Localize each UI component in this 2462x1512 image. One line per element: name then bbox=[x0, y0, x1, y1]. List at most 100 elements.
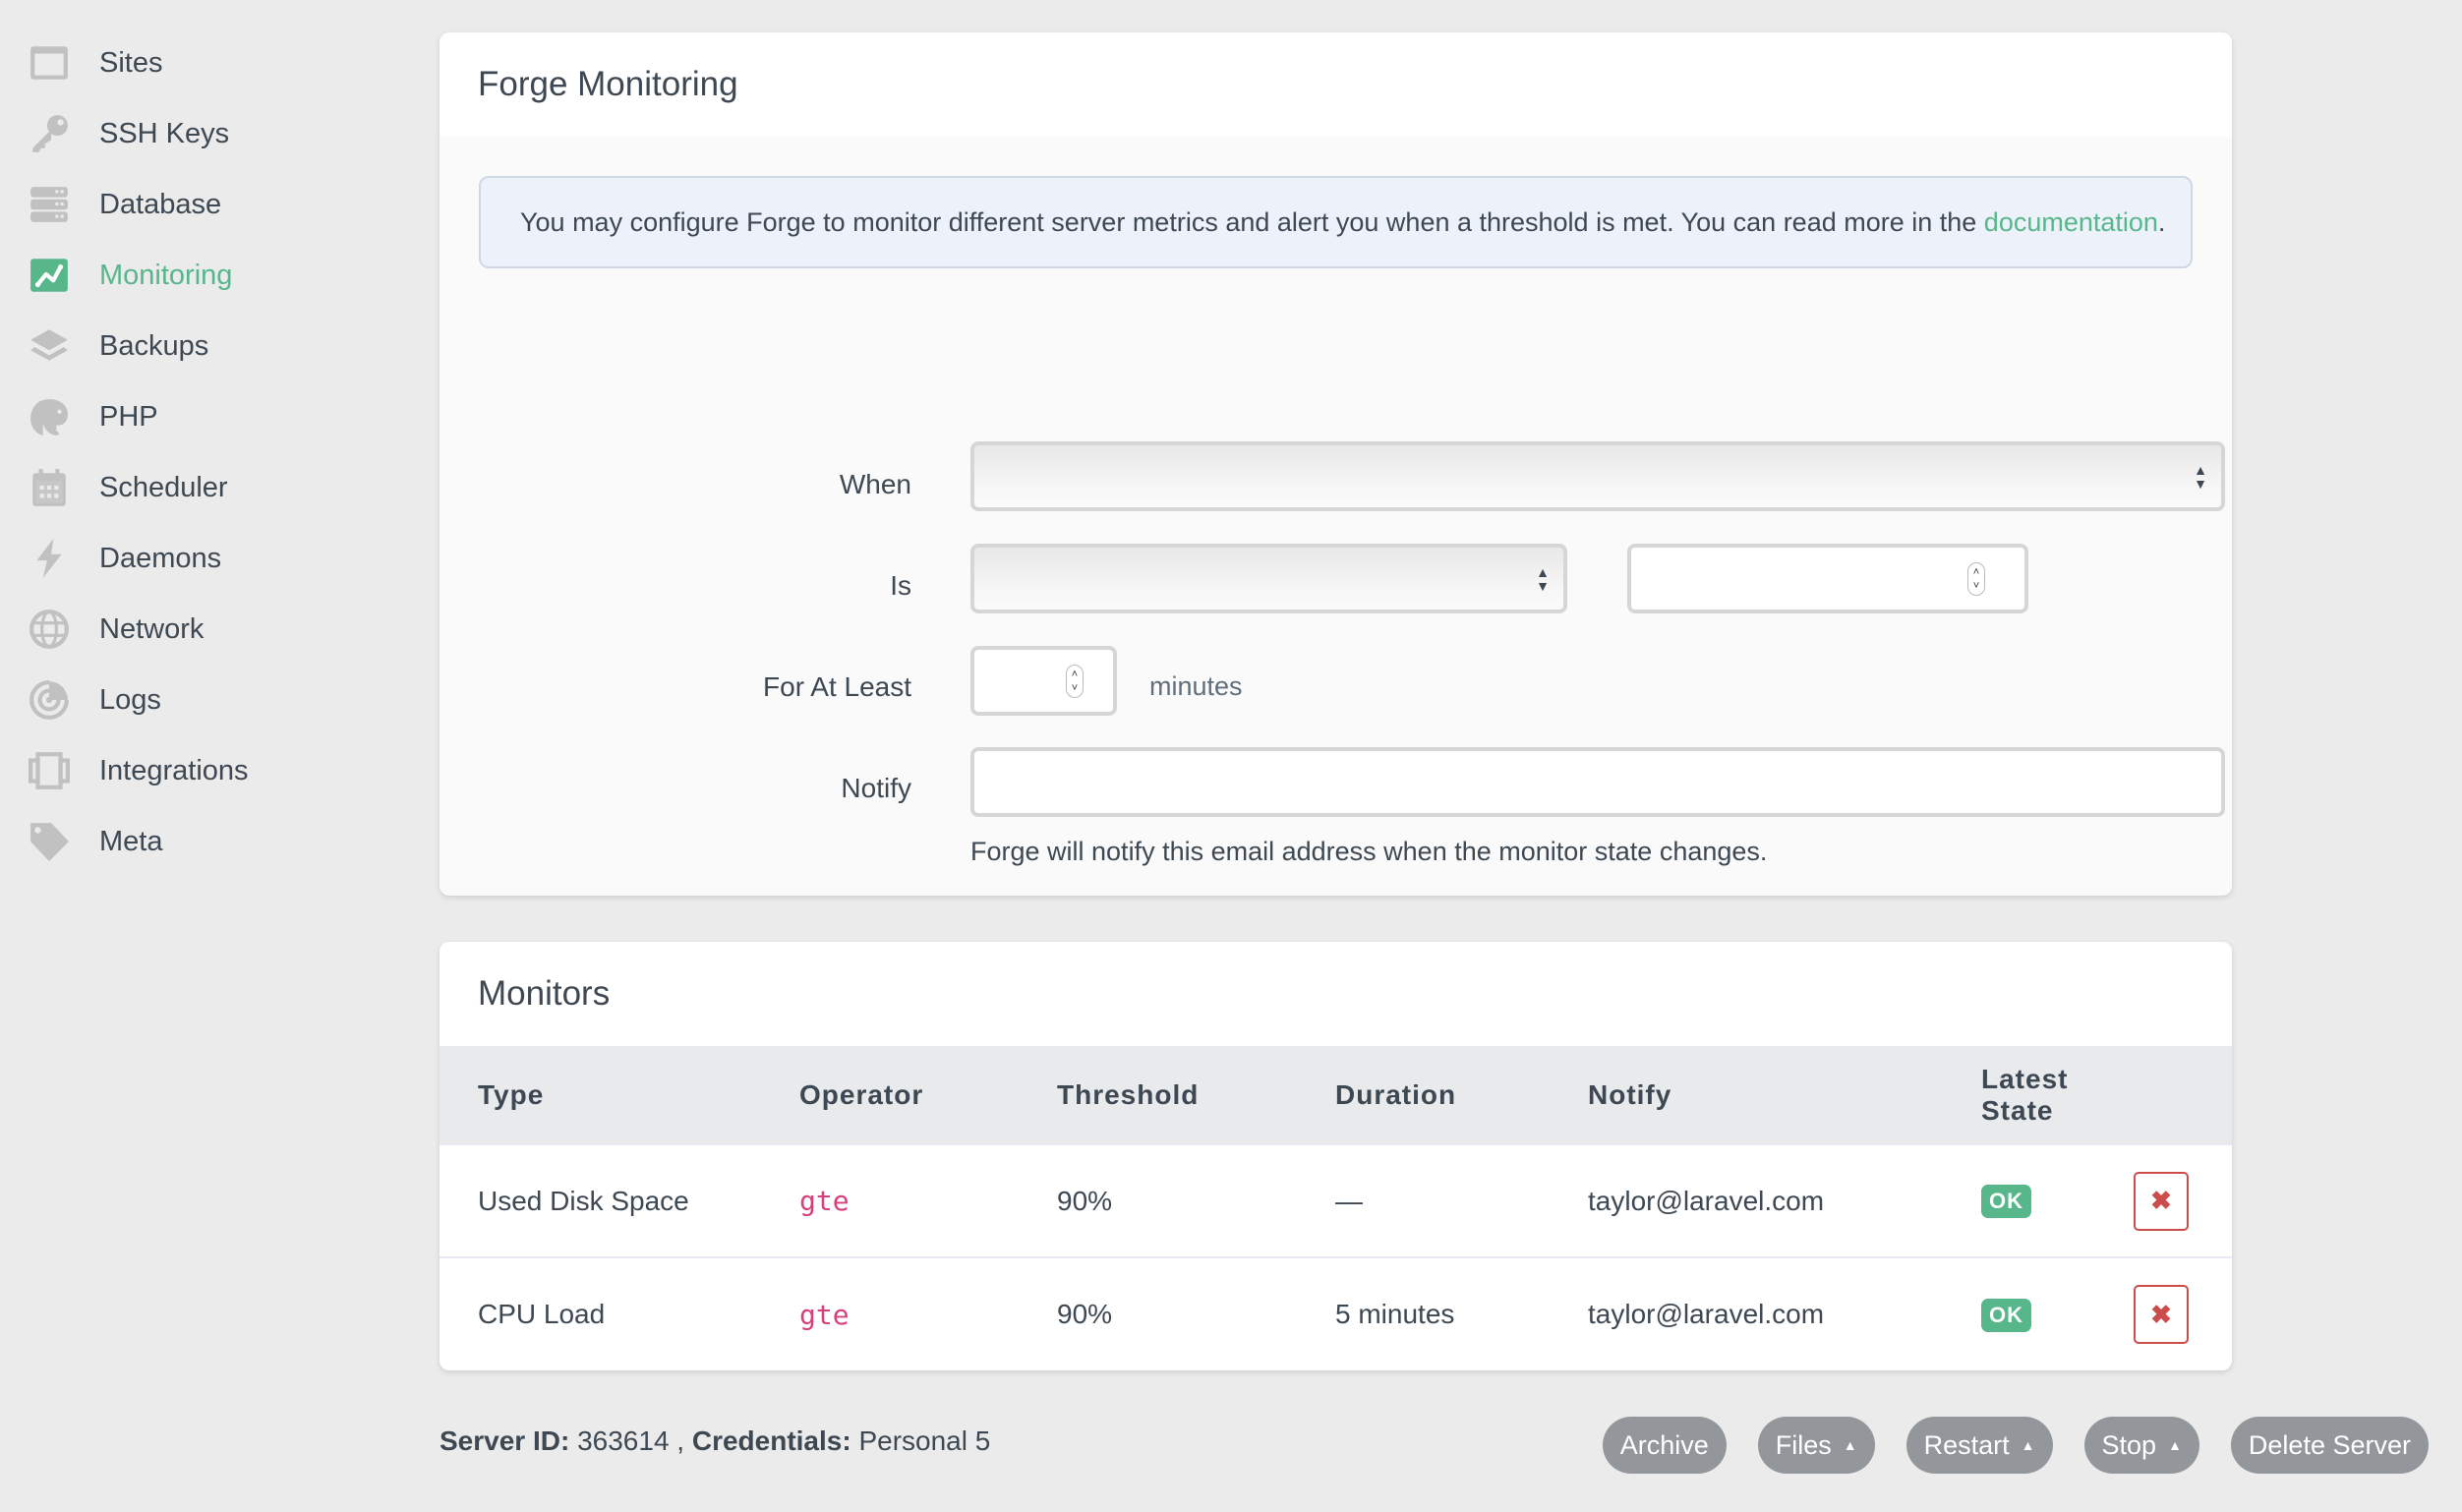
sidebar-item-database[interactable]: Database bbox=[29, 169, 402, 240]
server-actions: Archive Files ▲ Restart ▲ Stop ▲ Delete Ser… bbox=[1602, 1417, 2429, 1474]
delete-monitor-button[interactable]: ✖ bbox=[2134, 1285, 2189, 1344]
column-header-threshold: Threshold bbox=[1057, 1078, 1200, 1110]
documentation-link[interactable]: documentation bbox=[1984, 207, 2158, 237]
monitor-type: CPU Load bbox=[478, 1299, 606, 1329]
column-header-duration: Duration bbox=[1335, 1078, 1457, 1110]
monitor-duration: — bbox=[1335, 1185, 1363, 1216]
info-text: You may configure Forge to monitor diffe… bbox=[520, 207, 2165, 238]
sidebar-item-label: Network bbox=[99, 612, 205, 645]
server-id-value: 363614 bbox=[577, 1425, 670, 1456]
duration-input[interactable]: ˄ ˅ bbox=[970, 646, 1117, 716]
layers-icon bbox=[29, 325, 70, 367]
delete-server-button[interactable]: Delete Server bbox=[2230, 1417, 2429, 1474]
caret-up-icon: ▲ bbox=[2168, 1437, 2182, 1453]
archive-button[interactable]: Archive bbox=[1602, 1417, 1727, 1474]
close-icon: ✖ bbox=[2150, 1186, 2172, 1215]
info-text-suffix: . bbox=[2157, 206, 2166, 237]
sidebar-item-label: Sites bbox=[99, 46, 163, 79]
sidebar-item-php[interactable]: PHP bbox=[29, 381, 402, 452]
server-id-label: Server ID: bbox=[440, 1425, 570, 1456]
chart-line-icon bbox=[29, 255, 70, 296]
card-title: Monitors bbox=[440, 942, 2232, 1046]
sidebar-item-label: Integrations bbox=[99, 754, 249, 786]
operator-select[interactable]: ▲ ▼ bbox=[970, 544, 1567, 613]
column-header-notify: Notify bbox=[1588, 1078, 1672, 1110]
when-select[interactable]: ▲ ▼ bbox=[970, 441, 2225, 511]
server-info: Server ID: 363614 , Credentials: Persona… bbox=[440, 1425, 990, 1457]
bolt-icon bbox=[29, 538, 70, 579]
browser-window-icon bbox=[29, 42, 70, 84]
monitor-operator: gte bbox=[799, 1298, 850, 1331]
globe-icon bbox=[29, 609, 70, 650]
credentials-value: Personal 5 bbox=[858, 1425, 991, 1456]
status-badge: OK bbox=[1981, 1185, 2031, 1218]
credentials-label: Credentials: bbox=[691, 1425, 851, 1456]
column-header-type: Type bbox=[478, 1078, 545, 1110]
sidebar-item-daemons[interactable]: Daemons bbox=[29, 523, 402, 594]
number-spinner-icon[interactable]: ˄ ˅ bbox=[1066, 664, 1084, 698]
select-arrows-icon: ▲ ▼ bbox=[2194, 461, 2207, 492]
monitor-operator: gte bbox=[799, 1185, 850, 1217]
sidebar: Sites SSH Keys Database Monitoring Backu… bbox=[29, 28, 402, 877]
info-alert: You may configure Forge to monitor diffe… bbox=[479, 176, 2193, 268]
monitor-notify-email: taylor@laravel.com bbox=[1588, 1299, 1825, 1329]
stop-button[interactable]: Stop ▲ bbox=[2083, 1417, 2199, 1474]
sidebar-item-ssh-keys[interactable]: SSH Keys bbox=[29, 98, 402, 169]
notify-email-input[interactable] bbox=[970, 747, 2225, 817]
sidebar-item-logs[interactable]: Logs bbox=[29, 665, 402, 735]
select-arrows-icon: ▲ ▼ bbox=[1536, 563, 1550, 594]
separator: , bbox=[676, 1425, 685, 1456]
threshold-input[interactable]: ˄ ˅ bbox=[1627, 544, 2028, 613]
column-header-operator: Operator bbox=[799, 1078, 924, 1110]
notify-help-text: Forge will notify this email address whe… bbox=[970, 837, 1768, 866]
sidebar-item-backups[interactable]: Backups bbox=[29, 311, 402, 381]
sidebar-item-label: Meta bbox=[99, 825, 163, 857]
sidebar-item-network[interactable]: Network bbox=[29, 594, 402, 665]
monitor-duration: 5 minutes bbox=[1335, 1299, 1455, 1329]
table-header-row: Type Operator Threshold Duration Notify … bbox=[440, 1046, 2232, 1144]
info-text-body: You may configure Forge to monitor diffe… bbox=[520, 206, 1984, 237]
button-label: Delete Server bbox=[2248, 1429, 2411, 1460]
minutes-label: minutes bbox=[1149, 671, 1243, 701]
sidebar-item-integrations[interactable]: Integrations bbox=[29, 735, 402, 806]
caret-up-icon: ▲ bbox=[1843, 1437, 1857, 1453]
monitor-threshold: 90% bbox=[1057, 1299, 1113, 1329]
files-button[interactable]: Files ▲ bbox=[1757, 1417, 1875, 1474]
monitors-table: Type Operator Threshold Duration Notify … bbox=[440, 1046, 2232, 1370]
sidebar-item-monitoring[interactable]: Monitoring bbox=[29, 240, 402, 311]
sidebar-item-label: SSH Keys bbox=[99, 117, 230, 149]
puzzle-frame-icon bbox=[29, 750, 70, 791]
delete-monitor-button[interactable]: ✖ bbox=[2134, 1171, 2189, 1231]
caret-up-icon: ▲ bbox=[2021, 1437, 2035, 1453]
monitors-card: Monitors Type Operator Threshold Duratio… bbox=[440, 942, 2232, 1370]
sidebar-item-label: Logs bbox=[99, 683, 161, 716]
when-label: When bbox=[839, 469, 911, 499]
sidebar-item-label: Database bbox=[99, 188, 222, 220]
for-at-least-label: For At Least bbox=[763, 671, 911, 702]
card-title: Forge Monitoring bbox=[440, 32, 2232, 137]
restart-button[interactable]: Restart ▲ bbox=[1905, 1417, 2053, 1474]
button-label: Archive bbox=[1619, 1429, 1709, 1460]
sidebar-item-meta[interactable]: Meta bbox=[29, 806, 402, 877]
button-label: Restart bbox=[1923, 1429, 2010, 1460]
sidebar-item-label: Scheduler bbox=[99, 471, 228, 503]
button-label: Files bbox=[1775, 1429, 1832, 1460]
is-label: Is bbox=[890, 570, 911, 601]
close-icon: ✖ bbox=[2150, 1299, 2172, 1329]
database-icon bbox=[29, 184, 70, 225]
notify-label: Notify bbox=[841, 773, 911, 803]
sidebar-item-sites[interactable]: Sites bbox=[29, 28, 402, 98]
tag-icon bbox=[29, 821, 70, 862]
monitor-threshold: 90% bbox=[1057, 1185, 1113, 1216]
radar-icon bbox=[29, 679, 70, 721]
monitor-notify-email: taylor@laravel.com bbox=[1588, 1185, 1825, 1216]
number-spinner-icon[interactable]: ˄ ˅ bbox=[1967, 561, 1985, 596]
sidebar-item-label: Daemons bbox=[99, 542, 222, 574]
key-icon bbox=[29, 113, 70, 154]
table-row: CPU Load gte 90% 5 minutes taylor@larave… bbox=[440, 1257, 2232, 1370]
sidebar-item-scheduler[interactable]: Scheduler bbox=[29, 452, 402, 523]
monitor-type: Used Disk Space bbox=[478, 1185, 689, 1216]
column-header-actions bbox=[2134, 1046, 2232, 1144]
status-badge: OK bbox=[1981, 1298, 2031, 1332]
calendar-icon bbox=[29, 467, 70, 508]
